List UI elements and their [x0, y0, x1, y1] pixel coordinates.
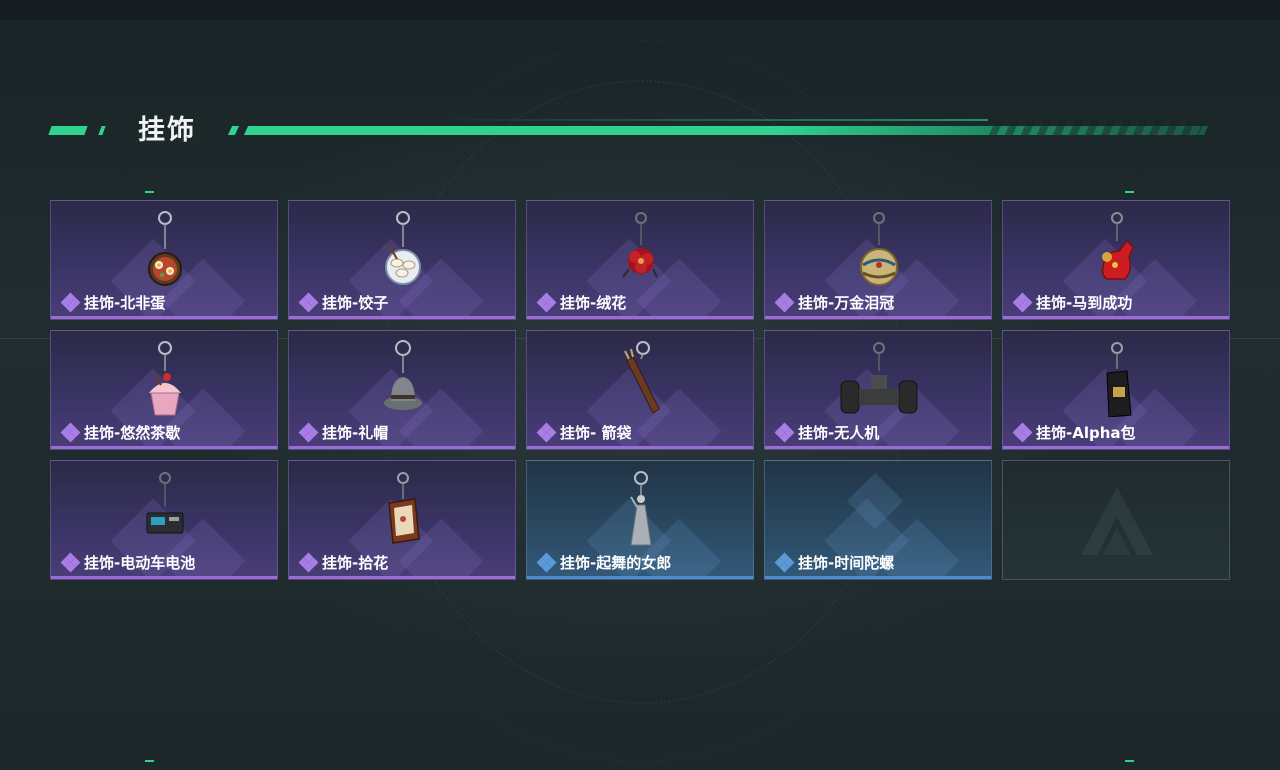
- charm-name: 挂饰-拾花: [322, 554, 389, 572]
- charm-label: 挂饰-礼帽: [298, 422, 389, 443]
- charm-label: 挂饰-Alpha包: [1012, 422, 1136, 443]
- charm-card[interactable]: 挂饰- 箭袋: [526, 330, 754, 450]
- dancing-lady-charm-icon: [630, 471, 652, 546]
- charm-name: 挂饰-起舞的女郎: [560, 554, 672, 572]
- charm-card[interactable]: 挂饰-万金泪冠: [764, 200, 992, 320]
- rarity-diamond-icon: [536, 292, 557, 312]
- rarity-bar: [765, 316, 991, 319]
- charm-card[interactable]: 挂饰-时间陀螺: [764, 460, 992, 580]
- header-accent-bar: [227, 126, 240, 135]
- red-horse-charm-icon: [1101, 212, 1134, 280]
- rarity-diamond-icon: [298, 552, 319, 572]
- charm-card[interactable]: 挂饰-马到成功: [1002, 200, 1230, 320]
- section-title: 挂饰: [138, 115, 196, 146]
- rarity-diamond-icon: [298, 292, 319, 312]
- quiver-charm-icon: [624, 341, 660, 414]
- rarity-bar: [51, 316, 277, 319]
- rarity-diamond-icon: [774, 292, 795, 312]
- corner-tick-decoration: [145, 760, 154, 762]
- charm-name: 挂饰-绒花: [560, 294, 627, 312]
- charm-card[interactable]: 挂饰-拾花: [288, 460, 516, 580]
- charm-label: 挂饰- 箭袋: [536, 422, 632, 443]
- charm-label: 挂饰-悠然茶歇: [60, 422, 181, 443]
- rarity-bar: [527, 446, 753, 449]
- charm-card[interactable]: 挂饰-饺子: [288, 200, 516, 320]
- rarity-bar: [765, 576, 991, 579]
- charm-name: 挂饰- 箭袋: [560, 424, 632, 442]
- rarity-diamond-icon: [60, 292, 81, 312]
- empty-slot: [1002, 460, 1230, 580]
- rarity-diamond-icon: [536, 552, 557, 572]
- rarity-diamond-icon: [774, 422, 795, 442]
- charm-label: 挂饰-电动车电池: [60, 552, 196, 573]
- drone-charm-icon: [840, 342, 918, 414]
- rarity-diamond-icon: [774, 552, 795, 572]
- charm-name: 挂饰-礼帽: [322, 424, 389, 442]
- rarity-diamond-icon: [536, 422, 557, 442]
- charm-card[interactable]: 挂饰-悠然茶歇: [50, 330, 278, 450]
- fedora-hat-charm-icon: [384, 340, 422, 410]
- dumpling-plate-charm-icon: [385, 211, 421, 285]
- charm-name: 挂饰-悠然茶歇: [84, 424, 181, 442]
- corner-tick-decoration: [145, 191, 154, 193]
- charm-label: 挂饰-无人机: [774, 422, 880, 443]
- charm-name: 挂饰-Alpha包: [1036, 424, 1136, 442]
- charm-card[interactable]: 挂饰-无人机: [764, 330, 992, 450]
- rarity-diamond-icon: [60, 552, 81, 572]
- charm-name: 挂饰-无人机: [798, 424, 880, 442]
- picture-frame-charm-icon: [388, 472, 420, 544]
- charm-label: 挂饰-万金泪冠: [774, 292, 895, 313]
- charm-label: 挂饰-拾花: [298, 552, 389, 573]
- rarity-bar: [289, 446, 515, 449]
- charm-name: 挂饰-北非蛋: [84, 294, 166, 312]
- header-accent-bar: [48, 126, 88, 135]
- rarity-bar: [289, 316, 515, 319]
- header-thin-line: [428, 119, 988, 121]
- jeweled-crown-charm-icon: [860, 212, 898, 286]
- header-checker-pattern: [988, 116, 1208, 136]
- rarity-bar: [527, 576, 753, 579]
- ebike-battery-charm-icon: [146, 472, 184, 534]
- charm-name: 挂饰-马到成功: [1036, 294, 1133, 312]
- charm-card[interactable]: 挂饰-起舞的女郎: [526, 460, 754, 580]
- rarity-diamond-icon: [1012, 422, 1033, 442]
- collection-page: 挂饰 挂饰-北非蛋 挂饰-饺子 挂饰-绒花 挂饰-万金泪冠 挂饰-马到成功 挂饰…: [0, 0, 1280, 770]
- rarity-bar: [51, 446, 277, 449]
- game-logo-watermark-icon: [1081, 487, 1153, 555]
- top-bar: [0, 0, 1280, 20]
- charm-label: 挂饰-时间陀螺: [774, 552, 895, 573]
- charm-grid: 挂饰-北非蛋 挂饰-饺子 挂饰-绒花 挂饰-万金泪冠 挂饰-马到成功 挂饰-悠然…: [50, 200, 1230, 580]
- velvet-flower-charm-icon: [622, 212, 658, 278]
- rarity-diamond-icon: [1012, 292, 1033, 312]
- charm-card[interactable]: 挂饰-北非蛋: [50, 200, 278, 320]
- cupcake-charm-icon: [149, 341, 181, 416]
- rarity-bar: [765, 446, 991, 449]
- rarity-bar: [1003, 316, 1229, 319]
- rarity-diamond-icon: [298, 422, 319, 442]
- charm-card[interactable]: 挂饰-Alpha包: [1002, 330, 1230, 450]
- shakshuka-charm-icon: [148, 211, 182, 286]
- rarity-bar: [51, 576, 277, 579]
- charm-name: 挂饰-电动车电池: [84, 554, 196, 572]
- rarity-bar: [1003, 446, 1229, 449]
- charm-name: 挂饰-时间陀螺: [798, 554, 895, 572]
- corner-tick-decoration: [1125, 760, 1134, 762]
- header-accent-bar: [98, 126, 106, 135]
- rarity-bar: [289, 576, 515, 579]
- charm-label: 挂饰-饺子: [298, 292, 389, 313]
- rarity-bar: [527, 316, 753, 319]
- corner-tick-decoration: [1125, 191, 1134, 193]
- charm-card[interactable]: 挂饰-绒花: [526, 200, 754, 320]
- charm-label: 挂饰-绒花: [536, 292, 627, 313]
- charm-label: 挂饰-马到成功: [1012, 292, 1133, 313]
- section-header: 挂饰: [48, 106, 1209, 146]
- charm-name: 挂饰-万金泪冠: [798, 294, 895, 312]
- charm-label: 挂饰-起舞的女郎: [536, 552, 672, 573]
- alpha-bag-charm-icon: [1106, 342, 1132, 417]
- charm-card[interactable]: 挂饰-电动车电池: [50, 460, 278, 580]
- charm-card[interactable]: 挂饰-礼帽: [288, 330, 516, 450]
- charm-label: 挂饰-北非蛋: [60, 292, 166, 313]
- charm-name: 挂饰-饺子: [322, 294, 389, 312]
- rarity-diamond-icon: [60, 422, 81, 442]
